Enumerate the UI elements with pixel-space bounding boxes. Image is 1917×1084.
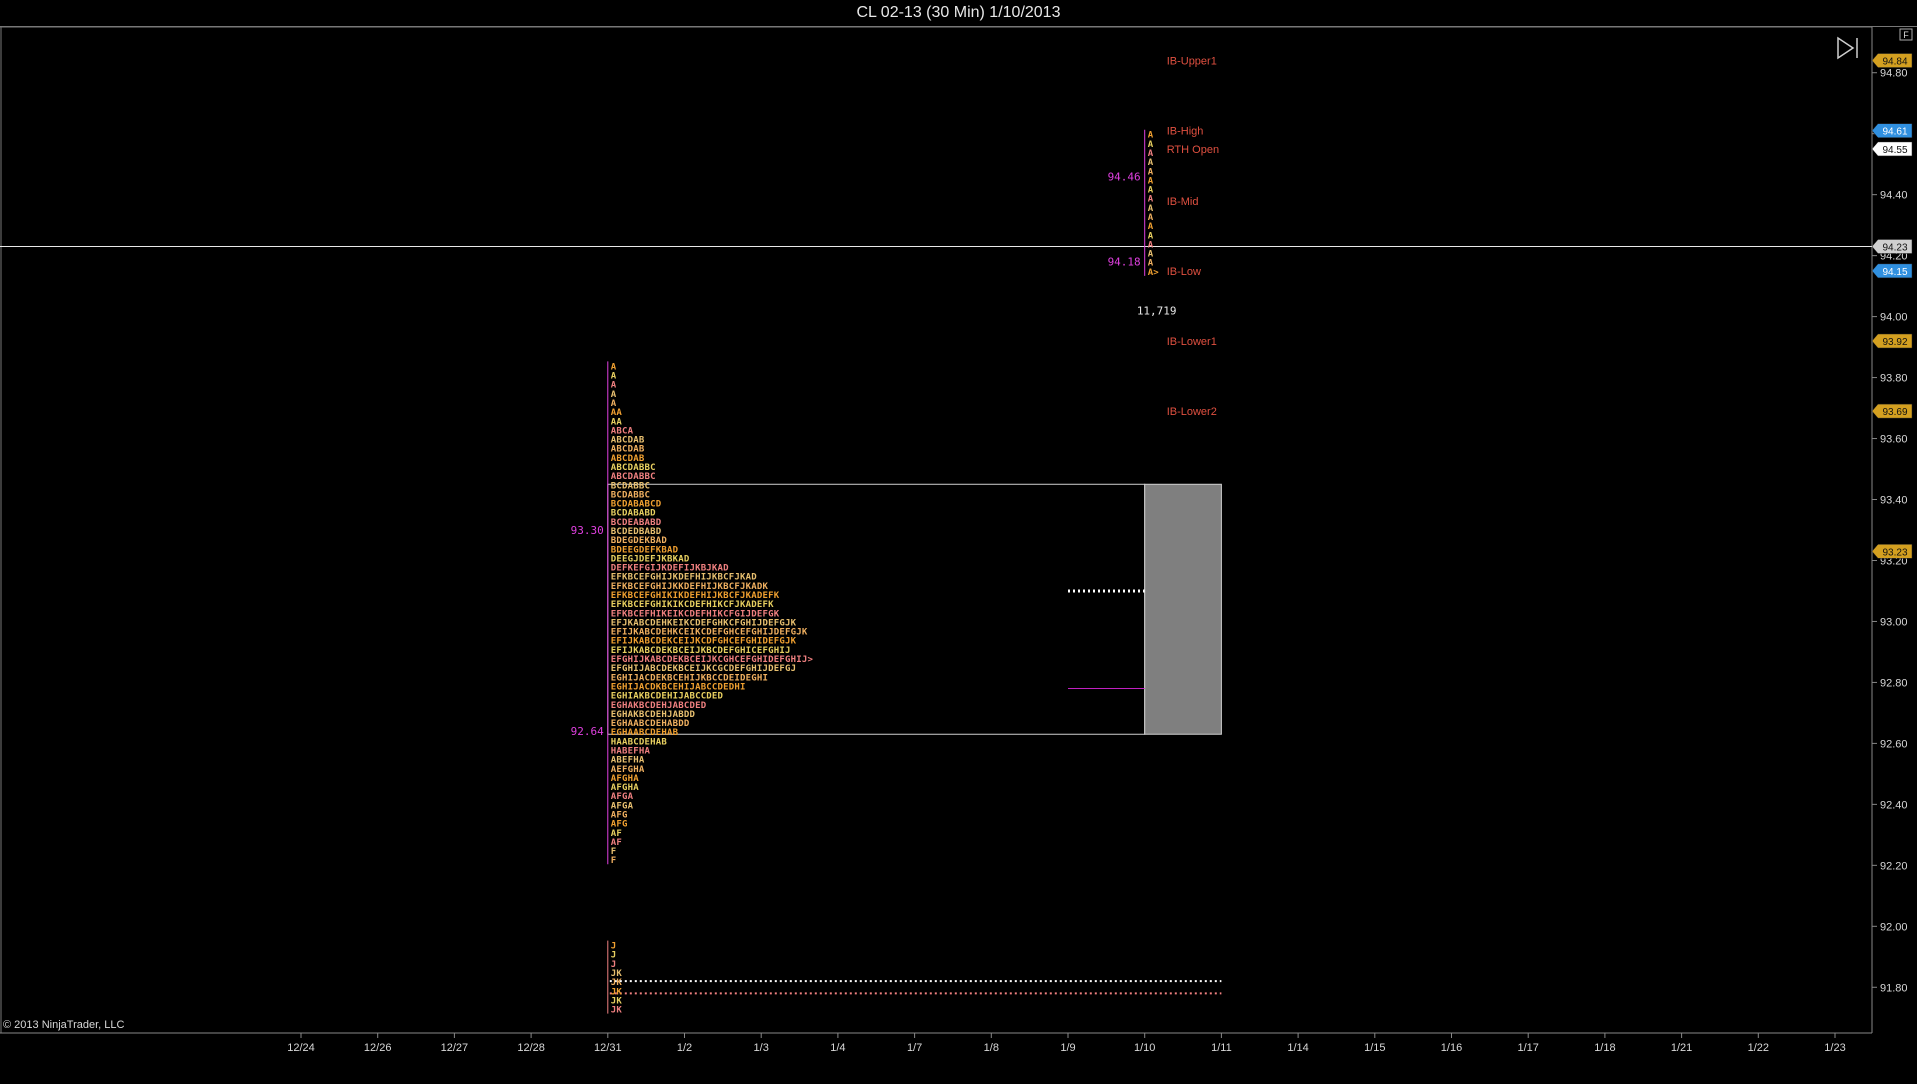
- y-tick-label: 93.60: [1880, 434, 1908, 446]
- y-tick-label: 93.40: [1880, 495, 1908, 507]
- developing-value-area-box: [1144, 483, 1222, 735]
- x-tick-label: 1/9: [1060, 1042, 1075, 1054]
- x-tick-label: 1/8: [984, 1042, 999, 1054]
- price-badge-label: 94.23: [1882, 242, 1907, 253]
- price-badge-label: 93.69: [1882, 407, 1907, 418]
- price-badge: 94.55: [1871, 141, 1913, 157]
- tpo-row: JK: [611, 1006, 623, 1016]
- price-badge: 94.15: [1871, 263, 1913, 279]
- va-low-label: 94.18: [1108, 256, 1141, 269]
- price-badge-label: 93.92: [1882, 337, 1907, 348]
- chart-background: [0, 27, 1917, 1079]
- tpo-row: A>: [1148, 268, 1160, 278]
- window-title: CL 02-13 (30 Min) 1/10/2013: [0, 0, 1917, 27]
- y-tick-label: 92.20: [1880, 860, 1908, 872]
- level-label: IB-Lower2: [1167, 406, 1217, 418]
- chart-area[interactable]: 94.8094.6094.4094.2094.0093.8093.6093.40…: [0, 26, 1917, 1079]
- price-badge: 93.69: [1871, 403, 1913, 419]
- y-tick-label: 92.60: [1880, 738, 1908, 750]
- level-label: RTH Open: [1167, 144, 1219, 156]
- y-tick-label: 92.40: [1880, 799, 1908, 811]
- tpo-row: F: [611, 856, 617, 866]
- level-label: IB-Mid: [1167, 196, 1199, 208]
- price-badge-label: 93.23: [1882, 547, 1907, 558]
- price-badge: 94.61: [1871, 123, 1913, 138]
- y-tick-label: 94.00: [1880, 312, 1908, 324]
- volume-label: 11,719: [1137, 305, 1177, 318]
- x-tick-label: 1/21: [1671, 1042, 1692, 1054]
- x-tick-label: 1/14: [1287, 1042, 1308, 1054]
- x-tick-label: 12/24: [287, 1042, 315, 1054]
- va-high-label: 94.46: [1108, 170, 1141, 183]
- y-tick-label: 94.40: [1880, 190, 1908, 202]
- x-tick-label: 1/7: [907, 1042, 922, 1054]
- level-label: IB-Low: [1167, 266, 1201, 278]
- price-badge: 93.92: [1871, 333, 1913, 349]
- x-tick-label: 1/17: [1517, 1042, 1538, 1054]
- x-tick-label: 1/11: [1211, 1042, 1232, 1054]
- x-tick-label: 12/31: [594, 1042, 622, 1054]
- y-tick-label: 92.00: [1880, 921, 1908, 933]
- x-tick-label: 12/27: [441, 1042, 469, 1054]
- price-badge-label: 94.61: [1882, 127, 1907, 138]
- x-tick-label: 1/4: [830, 1042, 845, 1054]
- price-chart[interactable]: 94.8094.6094.4094.2094.0093.8093.6093.40…: [0, 26, 1917, 1079]
- price-badge-label: 94.15: [1882, 267, 1907, 278]
- price-badge: 93.23: [1871, 544, 1913, 559]
- price-badge: 94.84: [1871, 53, 1913, 68]
- x-tick-label: 1/10: [1134, 1042, 1155, 1054]
- price-badge-label: 94.55: [1882, 145, 1907, 156]
- corner-button[interactable]: F: [1899, 28, 1913, 41]
- level-label: IB-Lower1: [1167, 336, 1217, 348]
- x-tick-label: 12/28: [517, 1042, 545, 1054]
- x-tick-label: 1/15: [1364, 1042, 1385, 1054]
- corner-label: F: [1903, 30, 1909, 40]
- price-badge-label: 94.84: [1882, 57, 1907, 68]
- level-label: IB-Upper1: [1167, 56, 1217, 68]
- level-label: IB-High: [1167, 126, 1204, 138]
- va-high-label: 93.30: [571, 524, 604, 537]
- y-tick-label: 92.80: [1880, 677, 1908, 689]
- x-tick-label: 1/2: [677, 1042, 692, 1054]
- y-tick-label: 93.80: [1880, 373, 1908, 385]
- x-tick-label: 1/16: [1441, 1042, 1462, 1054]
- x-tick-label: 1/3: [754, 1042, 769, 1054]
- y-tick-label: 91.80: [1880, 982, 1908, 994]
- x-tick-label: 1/22: [1748, 1042, 1769, 1054]
- price-badge: 94.23: [1871, 239, 1913, 254]
- x-tick-label: 1/23: [1824, 1042, 1845, 1054]
- y-tick-label: 93.00: [1880, 616, 1908, 628]
- copyright-text: © 2013 NinjaTrader, LLC: [3, 1019, 124, 1031]
- y-tick-label: 94.80: [1880, 68, 1908, 80]
- x-tick-label: 1/18: [1594, 1042, 1615, 1054]
- x-tick-label: 12/26: [364, 1042, 392, 1054]
- va-low-label: 92.64: [571, 725, 604, 738]
